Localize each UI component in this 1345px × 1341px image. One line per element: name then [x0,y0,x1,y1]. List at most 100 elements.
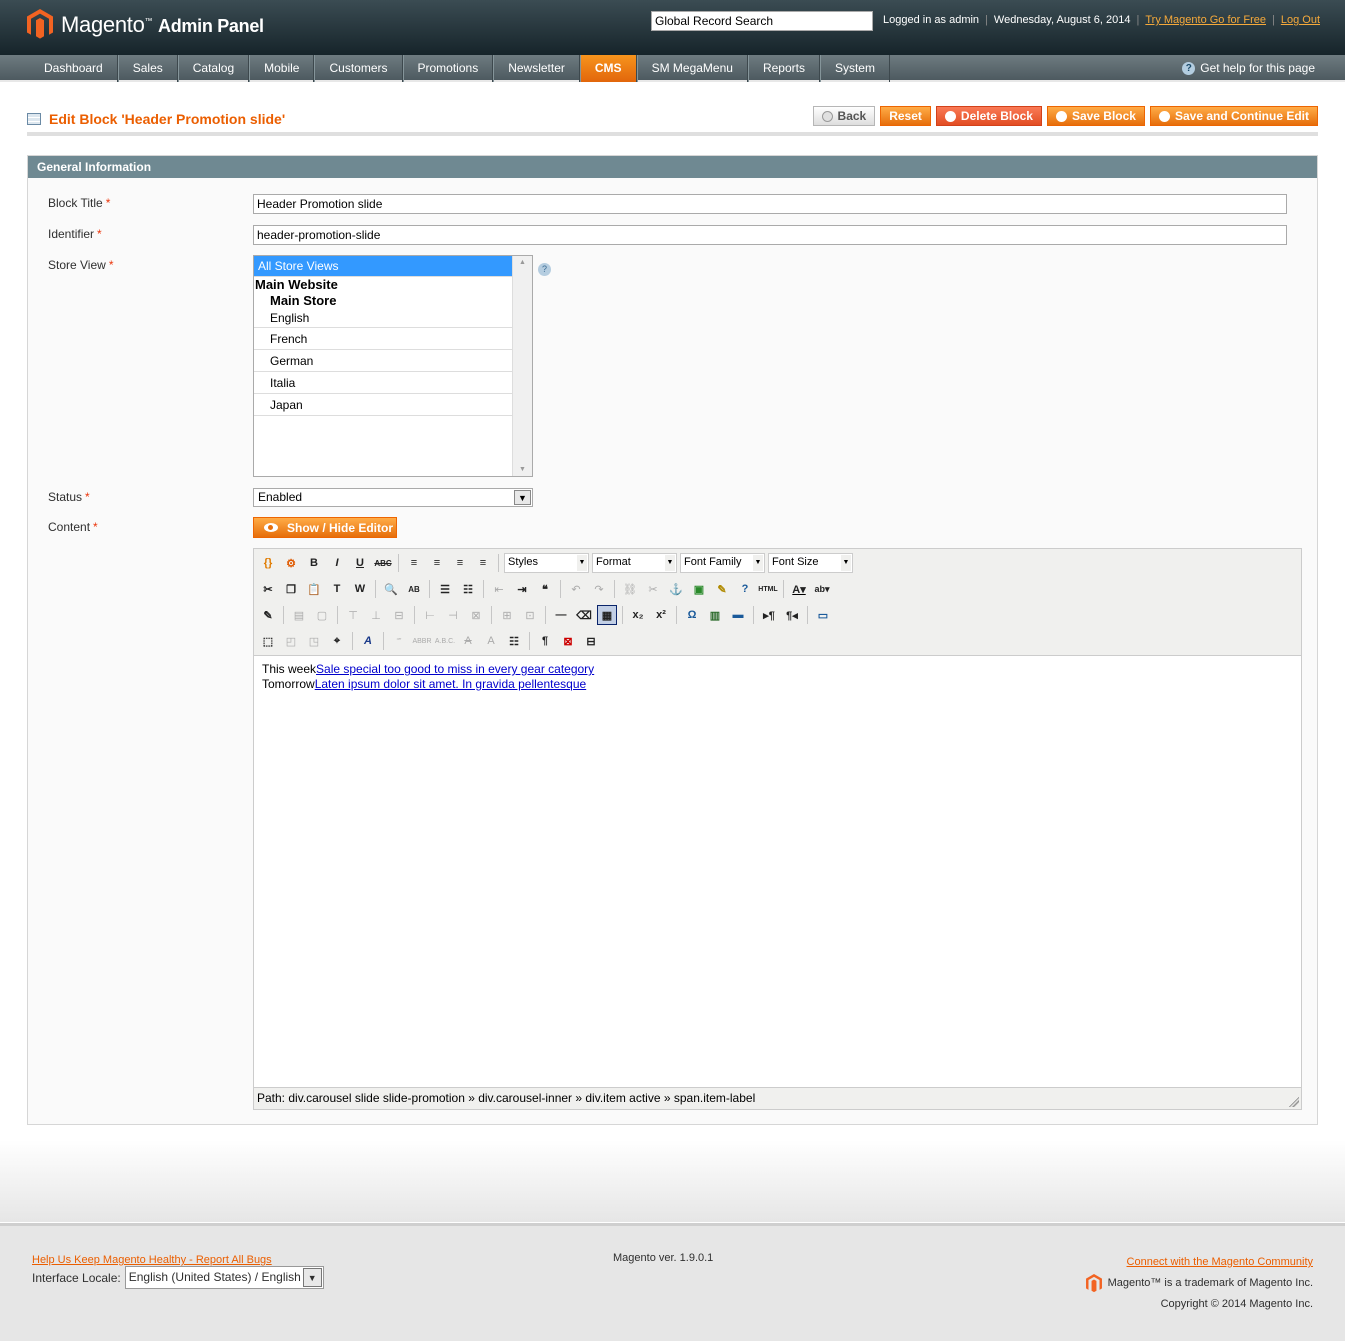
identifier-input[interactable]: header-promotion-slide [253,225,1287,245]
delete-col-icon[interactable]: ⊠ [466,605,486,625]
editor-content-area[interactable]: This weekSale special too good to miss i… [254,655,1301,1087]
nav-catalog[interactable]: Catalog [177,55,250,82]
find-icon[interactable]: 🔍 [381,579,401,599]
image-icon[interactable]: ▣ [689,579,709,599]
remove-format-icon[interactable]: ⌫ [574,605,594,625]
logout-link[interactable]: Log Out [1281,14,1320,26]
ltr-icon[interactable]: ▸¶ [759,605,779,625]
font-size-dropdown[interactable]: Font Size ▼ [768,553,853,573]
report-bugs-link[interactable]: Help Us Keep Magento Healthy - Report Al… [32,1254,272,1266]
cite-icon[interactable]: “” [389,631,409,651]
store-option-german[interactable]: German [254,350,512,372]
copy-icon[interactable]: ❐ [281,579,301,599]
nav-dashboard[interactable]: Dashboard [30,55,118,82]
bullet-list-icon[interactable]: ☰ [435,579,455,599]
nav-newsletter[interactable]: Newsletter [493,55,580,82]
col-before-icon[interactable]: ⊢ [420,605,440,625]
format-dropdown[interactable]: Format ▼ [592,553,677,573]
col-after-icon[interactable]: ⊣ [443,605,463,625]
nav-sales[interactable]: Sales [117,55,178,82]
row-props-icon[interactable]: ▤ [289,605,309,625]
strikethrough-icon[interactable]: ABC [373,553,393,573]
reset-button[interactable]: Reset [880,106,931,126]
locale-select[interactable]: English (United States) / English ▼ [124,1266,324,1289]
del-icon[interactable]: A [458,631,478,651]
content-link-2[interactable]: Laten ipsum dolor sit amet. In gravida p… [315,677,587,691]
move-forward-icon[interactable]: ◰ [281,631,301,651]
show-hide-editor-button[interactable]: Show / Hide Editor [253,517,397,538]
cleanup-icon[interactable]: ✎ [712,579,732,599]
row-before-icon[interactable]: ⊤ [343,605,363,625]
store-option-japan[interactable]: Japan [254,394,512,416]
global-search-input[interactable]: Global Record Search [651,11,873,31]
show-blocks-icon[interactable]: ¶ [535,631,555,651]
paste-icon[interactable]: 📋 [304,579,324,599]
abbr-icon[interactable]: ABBR [412,631,432,651]
cell-props-icon[interactable]: ▢ [312,605,332,625]
fullscreen-icon[interactable]: ▭ [813,605,833,625]
nav-sm-megamenu[interactable]: SM MegaMenu [636,55,748,82]
delete-block-button[interactable]: Delete Block [935,106,1042,126]
advanced-hr-icon[interactable]: ▬ [728,605,748,625]
paste-text-icon[interactable]: T [327,579,347,599]
back-button[interactable]: Back [812,106,876,126]
scroll-up-icon[interactable]: ▲ [513,259,532,266]
move-backward-icon[interactable]: ◳ [304,631,324,651]
subscript-icon[interactable]: x₂ [628,605,648,625]
nav-mobile[interactable]: Mobile [249,55,315,82]
merge-cells-icon[interactable]: ⊡ [520,605,540,625]
bold-icon[interactable]: B [304,553,324,573]
absolute-icon[interactable]: ⌖ [327,631,347,651]
special-char-icon[interactable]: Ω [682,605,702,625]
insert-layer-icon[interactable]: ⬚ [258,631,278,651]
unlink-icon[interactable]: ✂ [643,579,663,599]
delete-row-icon[interactable]: ⊟ [389,605,409,625]
replace-icon[interactable]: AB [404,579,424,599]
redo-icon[interactable]: ↷ [589,579,609,599]
undo-icon[interactable]: ↶ [566,579,586,599]
align-justify-icon[interactable]: ≡ [473,553,493,573]
store-option-all[interactable]: All Store Views [254,256,512,277]
font-family-dropdown[interactable]: Font Family ▼ [680,553,765,573]
paste-word-icon[interactable]: W [350,579,370,599]
nav-reports[interactable]: Reports [747,55,820,82]
horizontal-rule-icon[interactable]: — [551,605,571,625]
html-source-icon[interactable]: HTML [758,579,778,599]
page-break-icon[interactable]: ⊟ [581,631,601,651]
save-continue-button[interactable]: Save and Continue Edit [1149,106,1318,126]
store-option-italia[interactable]: Italia [254,372,512,394]
table-icon[interactable]: ✎ [258,605,278,625]
anchor-icon[interactable]: ⚓ [666,579,686,599]
superscript-icon[interactable]: x² [651,605,671,625]
resize-grip-icon[interactable] [1289,1097,1299,1107]
insert-variable-icon[interactable]: {} [258,553,278,573]
numbered-list-icon[interactable]: ☷ [458,579,478,599]
store-option-english[interactable]: English [254,309,512,328]
link-icon[interactable]: ⛓ [620,579,640,599]
store-option-french[interactable]: French [254,328,512,350]
save-block-button[interactable]: Save Block [1046,106,1145,126]
text-color-icon[interactable]: A▾ [789,579,809,599]
store-view-multiselect[interactable]: All Store Views Main Website Main Store … [253,255,533,477]
insert-widget-icon[interactable]: ⚙ [281,553,301,573]
blockquote-icon[interactable]: ❝ [535,579,555,599]
attributes-icon[interactable]: ☷ [504,631,524,651]
help-hint-icon[interactable]: ? [538,263,551,276]
highlight-color-icon[interactable]: ab▾ [812,579,832,599]
styles-dropdown[interactable]: Styles ▼ [504,553,589,573]
status-select[interactable]: Enabled ▼ [253,488,533,507]
media-icon[interactable]: ▥ [705,605,725,625]
scroll-down-icon[interactable]: ▼ [513,466,532,473]
row-after-icon[interactable]: ⊥ [366,605,386,625]
rtl-icon[interactable]: ¶◂ [782,605,802,625]
style-props-icon[interactable]: A [358,631,378,651]
non-breaking-icon[interactable]: ⊠ [558,631,578,651]
underline-icon[interactable]: U [350,553,370,573]
indent-icon[interactable]: ⇥ [512,579,532,599]
magento-logo[interactable]: Magento™ Admin Panel [27,9,264,40]
split-cells-icon[interactable]: ⊞ [497,605,517,625]
ins-icon[interactable]: A [481,631,501,651]
content-link-1[interactable]: Sale special too good to miss in every g… [316,662,594,676]
align-left-icon[interactable]: ≡ [404,553,424,573]
community-link[interactable]: Connect with the Magento Community [1127,1256,1313,1268]
